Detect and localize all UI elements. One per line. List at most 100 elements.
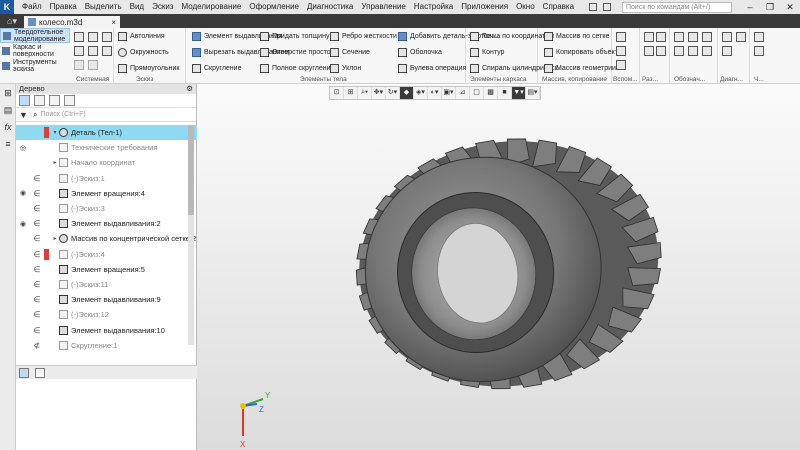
view-icon[interactable] (754, 46, 764, 56)
tree-objects-icon[interactable] (49, 95, 60, 106)
tree-row-part[interactable]: ▾ Деталь (Тел-1) (16, 125, 197, 141)
screen-icon[interactable] (603, 3, 611, 11)
variables-icon[interactable]: fx (2, 121, 14, 133)
tree-row-sketch3[interactable]: ∈ (-)Эскиз:3 (16, 201, 197, 216)
fillet-button[interactable]: Скругление (192, 64, 241, 73)
tree-row-sketch11[interactable]: ∈ (-)Эскиз:11 (16, 277, 197, 292)
tree-row-extrude9[interactable]: ∈ Элемент выдавливания:9 (16, 292, 197, 307)
base-icon[interactable] (674, 46, 684, 56)
menu-select[interactable]: Выделить (81, 0, 126, 14)
restore-icon[interactable]: ❐ (760, 0, 780, 14)
diameter-dim-icon[interactable] (656, 46, 666, 56)
tree-row-extrude2[interactable]: ◉ ∈ Элемент выдавливания:2 (16, 216, 197, 231)
menu-view[interactable]: Вид (126, 0, 148, 14)
scroll-thumb[interactable] (188, 125, 194, 215)
filter-icon[interactable]: ▼ (19, 110, 29, 120)
mass-icon[interactable] (736, 32, 746, 42)
thicken-button[interactable]: Придать толщину (260, 32, 329, 41)
measure-icon[interactable] (722, 32, 732, 42)
dimension-icon[interactable] (644, 32, 654, 42)
tree-history-icon[interactable] (34, 95, 45, 106)
grid-array-button[interactable]: Массив по сетке (544, 32, 609, 41)
visibility-icon[interactable]: ◉ (16, 189, 30, 197)
redo-icon[interactable] (88, 60, 98, 70)
new-file-icon[interactable] (74, 32, 84, 42)
cs-icon[interactable] (616, 60, 626, 70)
menu-settings[interactable]: Настройка (410, 0, 457, 14)
menu-help[interactable]: Справка (539, 0, 578, 14)
menu-window[interactable]: Окно (512, 0, 539, 14)
menu-sketch[interactable]: Эскиз (148, 0, 177, 14)
visibility-icon[interactable]: ◎ (16, 144, 30, 152)
expand-icon[interactable]: ▸ (51, 235, 59, 242)
full-fillet-button[interactable]: Полное скругление (260, 64, 334, 73)
list-view-icon[interactable] (35, 367, 45, 378)
tree-view-icon[interactable] (19, 367, 29, 378)
mode-sketch-tools[interactable]: Инструменты эскиза (0, 58, 70, 73)
menu-drafting[interactable]: Оформление (245, 0, 303, 14)
panel-toggle-icon[interactable] (589, 3, 597, 11)
rectangle-button[interactable]: Прямоугольник (118, 64, 179, 73)
leader-icon[interactable] (688, 32, 698, 42)
mark-icon[interactable] (702, 46, 712, 56)
layers-icon[interactable]: ≡ (2, 138, 14, 150)
axis-icon[interactable] (616, 46, 626, 56)
circle-button[interactable]: Окружность (118, 48, 169, 57)
check-icon[interactable] (722, 46, 732, 56)
tree-search-input[interactable]: Поиск (Ctrl+F) (40, 109, 192, 120)
draft-button[interactable]: Уклон (330, 64, 361, 73)
menu-file[interactable]: Файл (18, 0, 46, 14)
visibility-icon[interactable]: ◉ (16, 220, 30, 228)
tree-row-fillet1[interactable]: ⊄ Скругление:1 (16, 338, 197, 353)
undo-icon[interactable] (74, 60, 84, 70)
mode-wireframe-surfaces[interactable]: Каркас и поверхности (0, 43, 70, 58)
tree-row-revolve4[interactable]: ◉ ∈ Элемент вращения:4 (16, 186, 197, 201)
tree-scrollbar[interactable] (188, 125, 194, 345)
tree-row-revolve5[interactable]: ∈ Элемент вращения:5 (16, 262, 197, 277)
menu-manage[interactable]: Управление (357, 0, 409, 14)
plane-icon[interactable] (616, 32, 626, 42)
simple-hole-button[interactable]: Отверстие простое (260, 48, 335, 57)
text-icon[interactable] (702, 32, 712, 42)
gear-icon[interactable]: ⚙ (186, 84, 193, 94)
tree-row-sketch4[interactable]: ∈ (-)Эскиз:4 (16, 247, 197, 262)
copy-icon[interactable] (102, 46, 112, 56)
menu-edit[interactable]: Правка (46, 0, 81, 14)
tolerance-icon[interactable] (688, 46, 698, 56)
contour-button[interactable]: Контур (470, 48, 504, 57)
tree-row-concentric-array[interactable]: ∈ ▸ Массив по концентрической сетке:2 (16, 231, 197, 246)
menu-apps[interactable]: Приложения (457, 0, 512, 14)
tree-row-extrude10[interactable]: ∈ Элемент выдавливания:10 (16, 322, 197, 337)
boolean-button[interactable]: Булева операция (398, 64, 466, 73)
properties-panel-icon[interactable]: ▤ (2, 104, 14, 116)
mode-solid-modeling[interactable]: Твердотельное моделирование (0, 28, 70, 43)
command-search-input[interactable]: Поиск по командам (Alt+/) (622, 1, 732, 13)
tree-row-tech-req[interactable]: ◎ Технические требования (16, 140, 197, 155)
open-file-icon[interactable] (88, 32, 98, 42)
print-icon[interactable] (74, 46, 84, 56)
model-viewport[interactable]: ⊡ ⊞ ⌕▾ ✥▾ ↻▾ ◆ ◈▾ ◐▾ ▣▾ ⊿ ▢ ▩ ■ ▼▾ ▤▾ X … (197, 84, 800, 450)
tree-row-sketch1[interactable]: ∈ (-)Эскиз:1 (16, 171, 197, 186)
drawing-icon[interactable] (754, 32, 764, 42)
rib-button[interactable]: Ребро жесткости (330, 32, 397, 41)
minimize-icon[interactable]: – (740, 0, 760, 14)
geometry-array-button[interactable]: Массив геометрии (544, 64, 616, 73)
expand-icon[interactable]: ▸ (51, 159, 59, 166)
tab-koleso[interactable]: колесо.m3d × (24, 16, 120, 28)
tree-row-sketch12[interactable]: ∈ (-)Эскиз:12 (16, 307, 197, 322)
roughness-icon[interactable] (674, 32, 684, 42)
angle-dim-icon[interactable] (656, 32, 666, 42)
menu-diagnostics[interactable]: Диагностика (303, 0, 357, 14)
autoline-button[interactable]: Автолиния (118, 32, 165, 41)
tree-row-origin[interactable]: ▸ Начало координат (16, 155, 197, 170)
close-tab-icon[interactable]: × (111, 18, 116, 27)
tree-panel-icon[interactable]: ⊞ (2, 87, 14, 99)
home-icon[interactable]: ⌂▾ (0, 14, 24, 28)
tree-select-icon[interactable] (64, 95, 75, 106)
radius-dim-icon[interactable] (644, 46, 654, 56)
close-window-icon[interactable]: ✕ (780, 0, 800, 14)
expand-icon[interactable]: ▾ (51, 129, 59, 136)
tree-structure-icon[interactable] (19, 95, 30, 106)
save-icon[interactable] (102, 32, 112, 42)
properties-icon[interactable] (88, 46, 98, 56)
